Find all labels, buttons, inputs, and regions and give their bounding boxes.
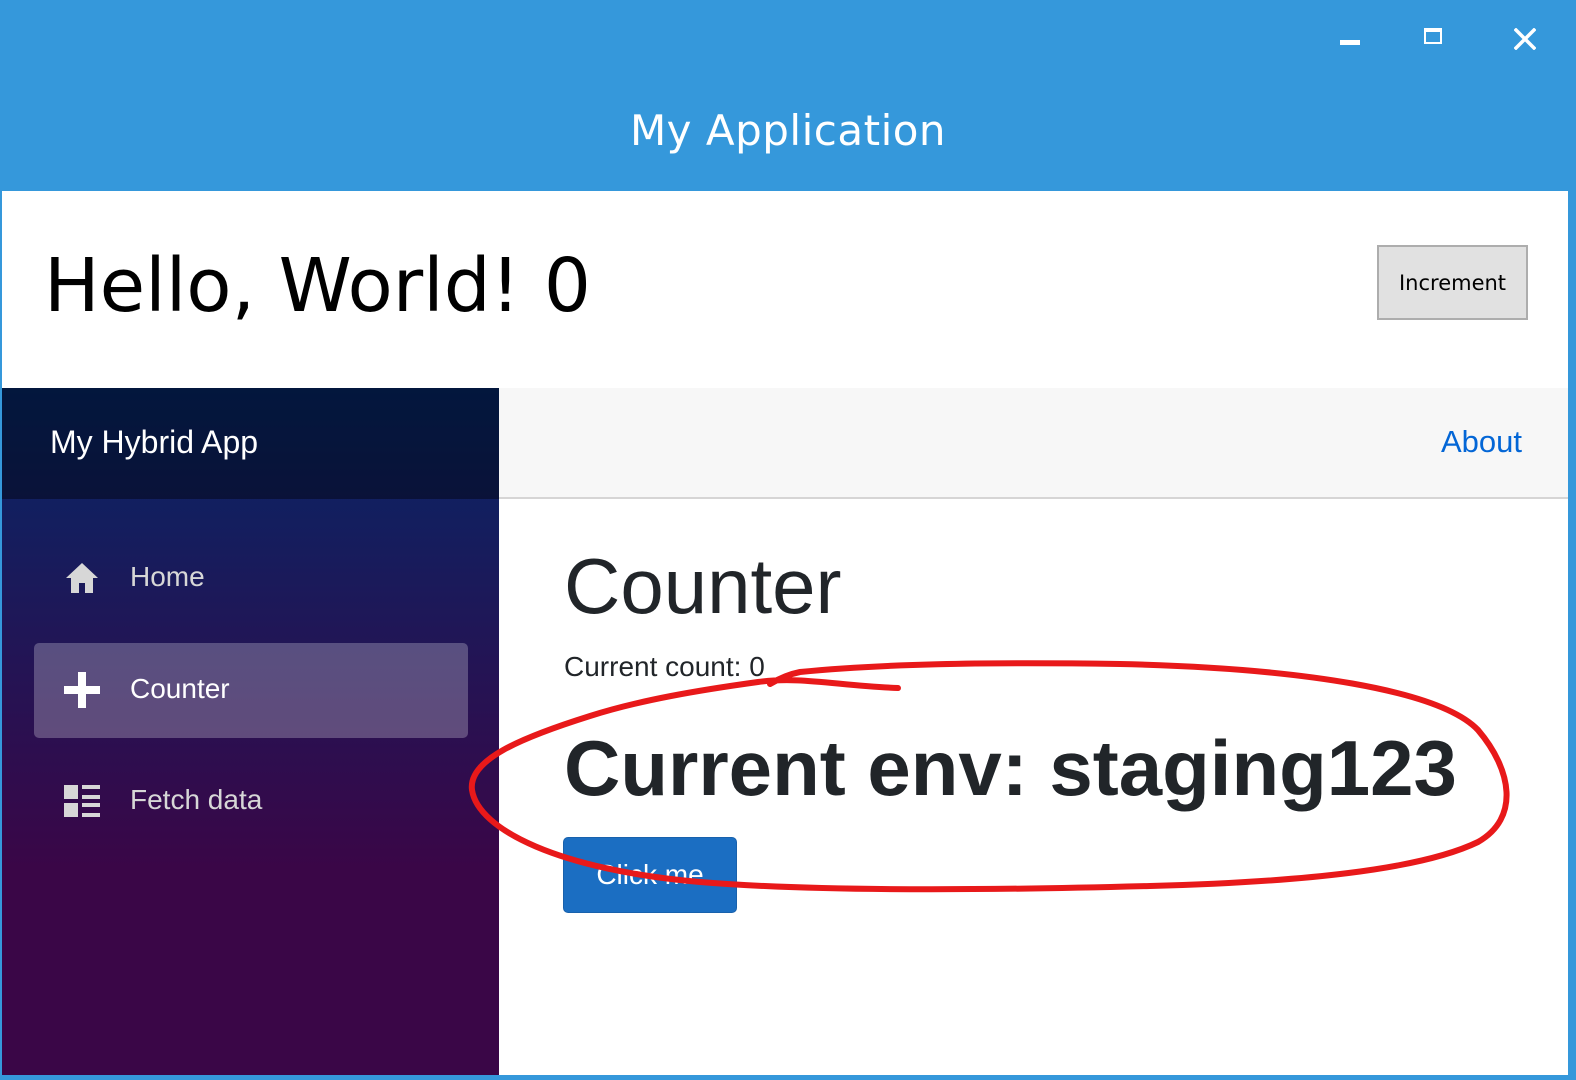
native-header: Hello, World! 0 Increment xyxy=(2,191,1568,388)
sidebar-item-label: Fetch data xyxy=(130,784,263,815)
client-area: Hello, World! 0 Increment My Hybrid App … xyxy=(2,191,1568,1075)
page-title: Counter xyxy=(564,542,842,630)
plus-icon xyxy=(64,672,100,708)
close-button[interactable] xyxy=(1498,18,1554,58)
window-title: My Application xyxy=(629,106,947,155)
maximize-icon xyxy=(1424,28,1442,44)
sidebar-item-label: Home xyxy=(130,561,205,592)
home-icon xyxy=(66,563,98,593)
maximize-button[interactable] xyxy=(1408,18,1464,58)
increment-button[interactable]: Increment xyxy=(1377,245,1528,320)
greeting-text: Hello, World! 0 xyxy=(44,243,591,329)
sidebar-item-fetch-data[interactable]: Fetch data xyxy=(34,754,468,849)
brand-bar: My Hybrid App xyxy=(2,388,499,499)
click-me-button[interactable]: Click me xyxy=(563,837,737,913)
app-window: My Application Hello, World! 0 Increment… xyxy=(0,0,1576,1080)
current-env-text: Current env: staging123 xyxy=(564,724,1457,812)
sidebar: My Hybrid App Home Counter Fetch data xyxy=(2,388,499,1075)
close-icon xyxy=(1514,28,1536,50)
minimize-icon xyxy=(1340,40,1360,45)
minimize-button[interactable] xyxy=(1322,18,1378,58)
brand-name[interactable]: My Hybrid App xyxy=(50,424,258,461)
about-link[interactable]: About xyxy=(1441,424,1522,460)
main-content: Counter Current count: 0 Current env: st… xyxy=(499,499,1568,1075)
list-icon xyxy=(64,785,100,817)
title-bar[interactable]: My Application xyxy=(0,0,1576,191)
current-count-text: Current count: 0 xyxy=(564,651,765,682)
sidebar-item-label: Counter xyxy=(130,673,230,704)
top-row: About xyxy=(499,388,1568,499)
sidebar-item-counter[interactable]: Counter xyxy=(34,643,468,738)
sidebar-item-home[interactable]: Home xyxy=(34,531,468,626)
